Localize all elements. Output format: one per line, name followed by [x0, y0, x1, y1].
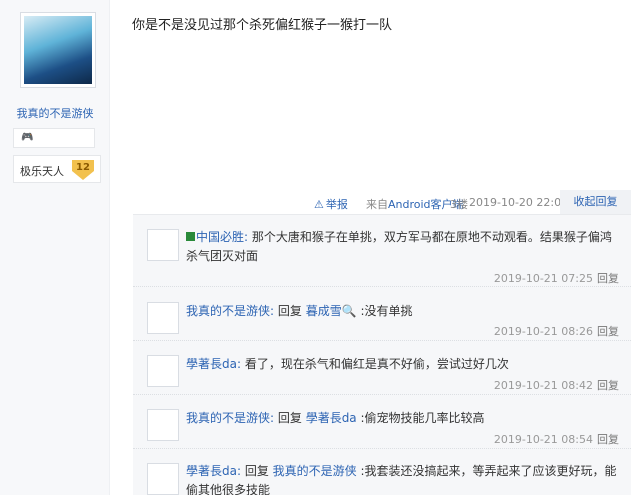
author-name[interactable]: 我真的不是游侠: [0, 105, 110, 121]
level-title: 极乐天人: [20, 165, 64, 178]
reply-body: 中国必胜: 那个大唐和猴子在单挑，双方军马都在原地不动观看。结果猴子偏鸿杀气团灭…: [186, 230, 612, 263]
mentioned-user[interactable]: 我真的不是游侠: [273, 464, 357, 478]
author-level[interactable]: 极乐天人 12: [13, 155, 101, 183]
reply-button[interactable]: 回复: [597, 433, 619, 446]
reply-meta: 2019-10-21 08:26 回复: [493, 325, 619, 338]
reply-meta: 2019-10-21 08:54 回复: [493, 433, 619, 446]
search-icon: 🔍: [341, 304, 357, 318]
reply-avatar[interactable]: [147, 302, 179, 334]
mentioned-user[interactable]: 學著長da: [306, 411, 357, 425]
author-sidebar: 我真的不是游侠 🎮 极乐天人 12: [0, 0, 110, 495]
report-link[interactable]: ⚠ 举报: [314, 196, 348, 212]
reply-meta: 2019-10-21 08:42 回复: [493, 379, 619, 392]
reply-author[interactable]: 中国必胜:: [196, 230, 248, 244]
reply-body: 我真的不是游侠: 回复 學著長da :偷宠物技能几率比较高: [186, 411, 485, 425]
reply-author[interactable]: 學著長da:: [186, 464, 241, 478]
reply-button[interactable]: 回复: [597, 379, 619, 392]
gamepad-icon[interactable]: 🎮: [21, 132, 33, 143]
reply-avatar[interactable]: [147, 355, 179, 387]
warning-icon: ⚠: [314, 198, 324, 211]
author-badge-row: 🎮: [13, 128, 95, 148]
reply-list: 中国必胜: 那个大唐和猴子在单挑，双方军马都在原地不动观看。结果猴子偏鸿杀气团灭…: [133, 214, 631, 495]
floor-number: 3楼: [450, 198, 468, 211]
reply-author[interactable]: 學著長da:: [186, 357, 241, 371]
post-content: 你是不是没见过那个杀死偏红猴子一猴打一队: [132, 18, 393, 33]
list-item: 學著長da: 看了，现在杀气和偏红是真不好偷，尝试过好几次 2019-10-21…: [133, 341, 631, 395]
collapse-replies-button[interactable]: 收起回复: [560, 190, 631, 214]
author-avatar[interactable]: [20, 12, 96, 88]
post-source: 来自Android客户端: [366, 198, 464, 211]
reply-avatar[interactable]: [147, 463, 179, 495]
reply-meta: 2019-10-21 07:25 回复: [493, 272, 619, 285]
flag-icon: [186, 232, 195, 241]
list-item: 我真的不是游侠: 回复 學著長da :偷宠物技能几率比较高 2019-10-21…: [133, 395, 631, 449]
reply-button[interactable]: 回复: [597, 272, 619, 285]
reply-body: 我真的不是游侠: 回复 暮成雪🔍 :没有单挑: [186, 304, 413, 318]
reply-author[interactable]: 我真的不是游侠:: [186, 411, 274, 425]
list-item: 中国必胜: 那个大唐和猴子在单挑，双方军马都在原地不动观看。结果猴子偏鸿杀气团灭…: [133, 215, 631, 287]
list-item: 我真的不是游侠: 回复 暮成雪🔍 :没有单挑 2019-10-21 08:26 回…: [133, 287, 631, 341]
reply-author[interactable]: 我真的不是游侠:: [186, 304, 274, 318]
list-item: 學著長da: 回复 我真的不是游侠 :我套装还没搞起来，等弄起来了应该更好玩，能…: [133, 449, 631, 495]
mentioned-user[interactable]: 暮成雪: [306, 304, 342, 318]
reply-avatar[interactable]: [147, 229, 179, 261]
post-time: 2019-10-20 22:08: [469, 196, 569, 209]
reply-avatar[interactable]: [147, 409, 179, 441]
level-badge: 12: [72, 160, 94, 180]
reply-button[interactable]: 回复: [597, 325, 619, 338]
reply-body: 學著長da: 回复 我真的不是游侠 :我套装还没搞起来，等弄起来了应该更好玩，能…: [186, 464, 617, 495]
reply-body: 學著長da: 看了，现在杀气和偏红是真不好偷，尝试过好几次: [186, 357, 509, 371]
